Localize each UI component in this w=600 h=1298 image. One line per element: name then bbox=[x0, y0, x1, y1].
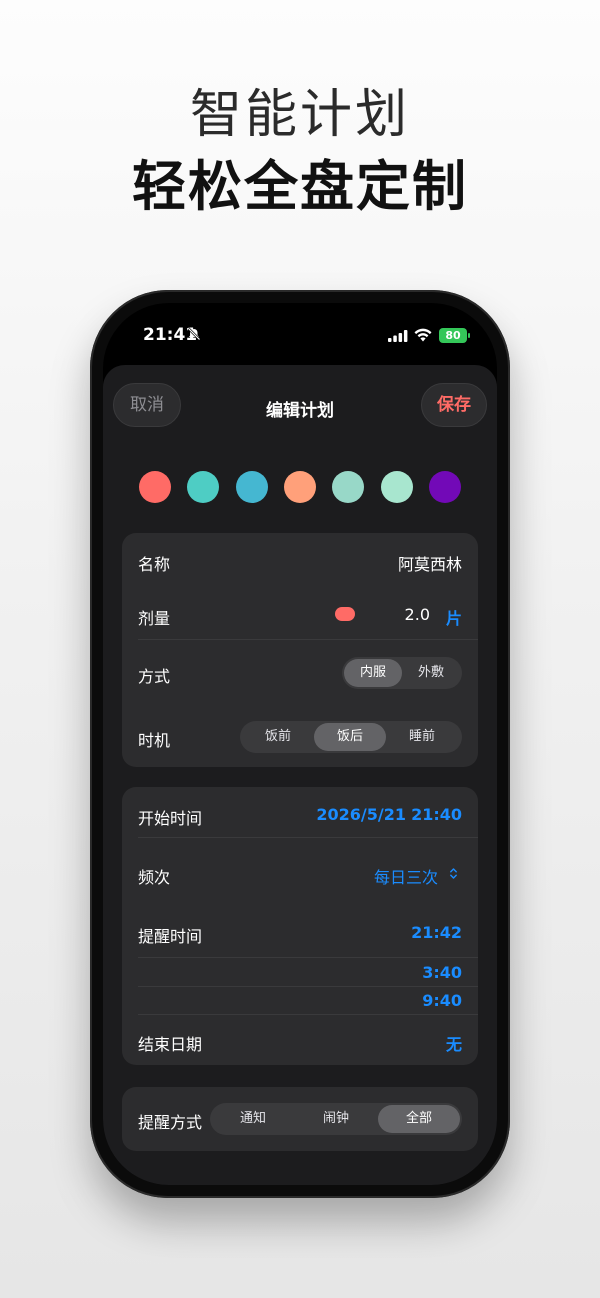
name-label: 名称 bbox=[138, 555, 171, 574]
timing-option-before-meal[interactable]: 饭前 bbox=[242, 723, 314, 751]
color-swatch-1[interactable] bbox=[139, 471, 171, 503]
phone-screen: 21:41 80 取消 编辑计划 保存 名称 阿莫西林 剂量 2.0 片 方式 … bbox=[103, 303, 497, 1185]
color-swatch-5[interactable] bbox=[332, 471, 365, 503]
end-date-value[interactable]: 无 bbox=[446, 1031, 462, 1055]
start-time-value[interactable]: 21:40 bbox=[411, 805, 462, 824]
reminder-mode-row: 提醒方式 通知 闹钟 全部 bbox=[138, 1103, 462, 1135]
color-swatch-2[interactable] bbox=[187, 471, 220, 503]
method-label: 方式 bbox=[138, 667, 171, 686]
divider bbox=[138, 837, 478, 838]
signal-icon bbox=[388, 330, 408, 342]
color-swatch-4[interactable] bbox=[283, 471, 316, 503]
reminder-mode-option-notify[interactable]: 通知 bbox=[212, 1105, 294, 1133]
battery-tip bbox=[468, 333, 470, 338]
method-row: 方式 内服 外敷 bbox=[138, 657, 462, 689]
end-date-row: 结束日期 无 bbox=[138, 1031, 462, 1054]
divider bbox=[138, 986, 478, 987]
dose-value[interactable]: 2.0 bbox=[405, 605, 430, 624]
timing-option-after-meal[interactable]: 饭后 bbox=[314, 723, 386, 751]
dose-color-pill bbox=[335, 607, 355, 621]
reminder-time-3[interactable]: 9:40 bbox=[422, 991, 462, 1010]
start-date-value[interactable]: 2026/5/21 bbox=[316, 805, 406, 824]
schedule-card: 开始时间 2026/5/21 21:40 频次 每日三次 提醒时间 21:42 bbox=[122, 787, 478, 1065]
save-button[interactable]: 保存 bbox=[421, 383, 487, 427]
start-time-label: 开始时间 bbox=[138, 809, 203, 828]
divider bbox=[138, 957, 478, 958]
divider bbox=[138, 1014, 478, 1015]
start-time-row: 开始时间 2026/5/21 21:40 bbox=[138, 805, 462, 828]
color-swatch-3[interactable] bbox=[235, 471, 268, 503]
reminder-mode-label: 提醒方式 bbox=[138, 1113, 203, 1132]
timing-row: 时机 饭前 饭后 睡前 bbox=[138, 721, 462, 753]
timing-option-bedtime[interactable]: 睡前 bbox=[386, 723, 458, 751]
battery-indicator: 80 bbox=[439, 328, 467, 343]
name-value[interactable]: 阿莫西林 bbox=[398, 551, 462, 575]
method-option-oral[interactable]: 内服 bbox=[344, 659, 402, 687]
reminder-mode-card: 提醒方式 通知 闹钟 全部 bbox=[122, 1087, 478, 1151]
chevron-up-down-icon bbox=[450, 868, 457, 879]
reminder-time-row: 提醒时间 21:42 bbox=[138, 923, 462, 946]
headline-line-2: 轻松全盘定制 bbox=[132, 155, 468, 218]
end-date-label: 结束日期 bbox=[138, 1035, 203, 1054]
bell-slash-icon bbox=[187, 327, 201, 341]
method-option-topical[interactable]: 外敷 bbox=[402, 659, 460, 687]
reminder-mode-option-all[interactable]: 全部 bbox=[378, 1105, 460, 1133]
reminder-time-row-2: 3:40 bbox=[138, 963, 462, 983]
method-segmented-control: 内服 外敷 bbox=[342, 657, 462, 689]
dose-unit[interactable]: 片 bbox=[446, 605, 462, 629]
phone-frame: 21:41 80 取消 编辑计划 保存 名称 阿莫西林 剂量 2.0 片 方式 … bbox=[90, 290, 510, 1198]
status-bar: 21:41 80 bbox=[103, 303, 497, 363]
timing-label: 时机 bbox=[138, 731, 171, 750]
headline-line-1: 智能计划 bbox=[189, 85, 410, 145]
frequency-label: 频次 bbox=[138, 868, 171, 887]
frequency-value[interactable]: 每日三次 bbox=[374, 864, 438, 888]
color-swatch-6[interactable] bbox=[380, 471, 413, 503]
edit-plan-sheet: 取消 编辑计划 保存 名称 阿莫西林 剂量 2.0 片 方式 内服 外敷 时机 … bbox=[103, 365, 497, 1185]
reminder-time-2[interactable]: 3:40 bbox=[422, 963, 462, 982]
reminder-time-label: 提醒时间 bbox=[138, 927, 203, 946]
wifi-icon bbox=[414, 328, 432, 342]
dose-label: 剂量 bbox=[138, 609, 171, 628]
reminder-time-row-3: 9:40 bbox=[138, 991, 462, 1011]
dose-row: 剂量 2.0 片 bbox=[138, 605, 462, 628]
reminder-time-1[interactable]: 21:42 bbox=[411, 923, 462, 942]
reminder-mode-option-alarm[interactable]: 闹钟 bbox=[294, 1105, 378, 1133]
divider bbox=[138, 639, 478, 640]
color-picker bbox=[139, 471, 461, 503]
timing-segmented-control: 饭前 饭后 睡前 bbox=[240, 721, 462, 753]
color-swatch-7[interactable] bbox=[428, 471, 461, 503]
frequency-row[interactable]: 频次 每日三次 bbox=[138, 864, 462, 887]
name-row[interactable]: 名称 阿莫西林 bbox=[138, 551, 462, 574]
reminder-mode-segmented-control: 通知 闹钟 全部 bbox=[210, 1103, 462, 1135]
plan-details-card: 名称 阿莫西林 剂量 2.0 片 方式 内服 外敷 时机 饭前 饭后 睡前 bbox=[122, 533, 478, 767]
